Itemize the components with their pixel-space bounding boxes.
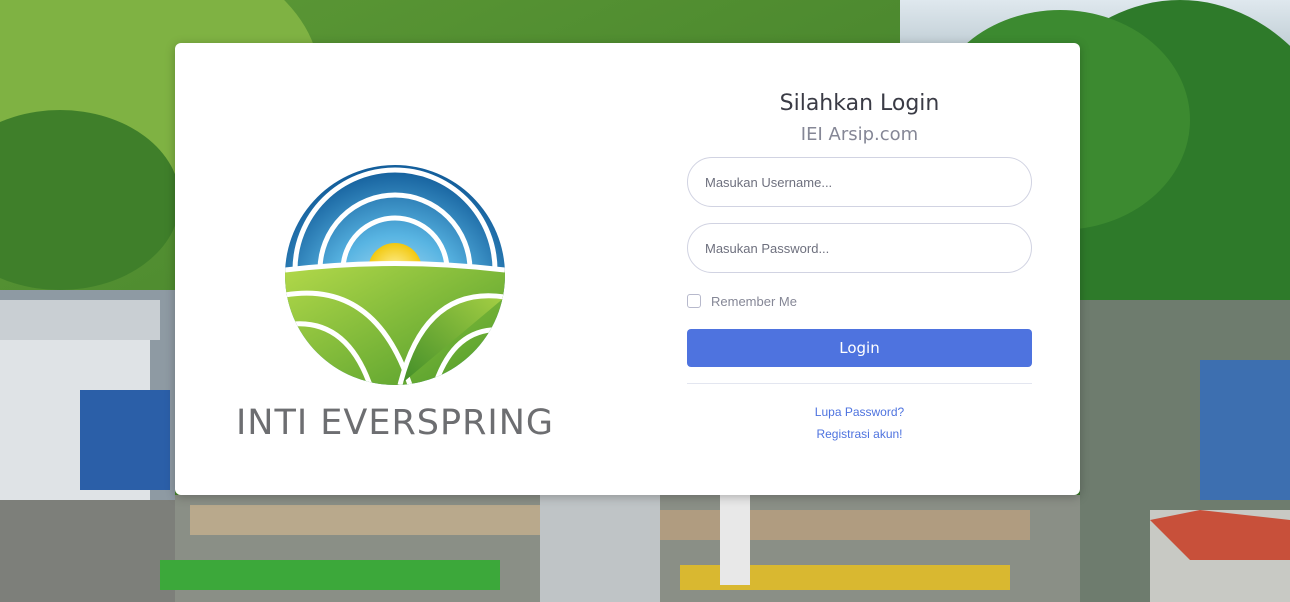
- remember-me-label[interactable]: Remember Me: [711, 294, 797, 309]
- page-title: Silahkan Login: [779, 91, 940, 116]
- remember-me-row: Remember Me: [687, 293, 1032, 309]
- brand-area: INTI EVERSPRING: [235, 165, 555, 450]
- page-subtitle: IEI Arsip.com: [800, 124, 919, 145]
- username-input[interactable]: [687, 157, 1032, 207]
- password-input[interactable]: [687, 223, 1032, 273]
- brand-name: INTI EVERSPRING: [235, 403, 555, 443]
- divider: [687, 383, 1032, 384]
- forgot-password-link[interactable]: Lupa Password?: [687, 405, 1032, 419]
- login-form: Silahkan Login IEI Arsip.com Remember Me…: [687, 88, 1032, 441]
- register-link[interactable]: Registrasi akun!: [687, 427, 1032, 441]
- login-button[interactable]: Login: [687, 329, 1032, 367]
- sun-over-fields-logo-icon: [285, 165, 505, 385]
- remember-me-checkbox[interactable]: [687, 294, 701, 308]
- login-card: INTI EVERSPRING Silahkan Login IEI Arsip…: [175, 43, 1080, 495]
